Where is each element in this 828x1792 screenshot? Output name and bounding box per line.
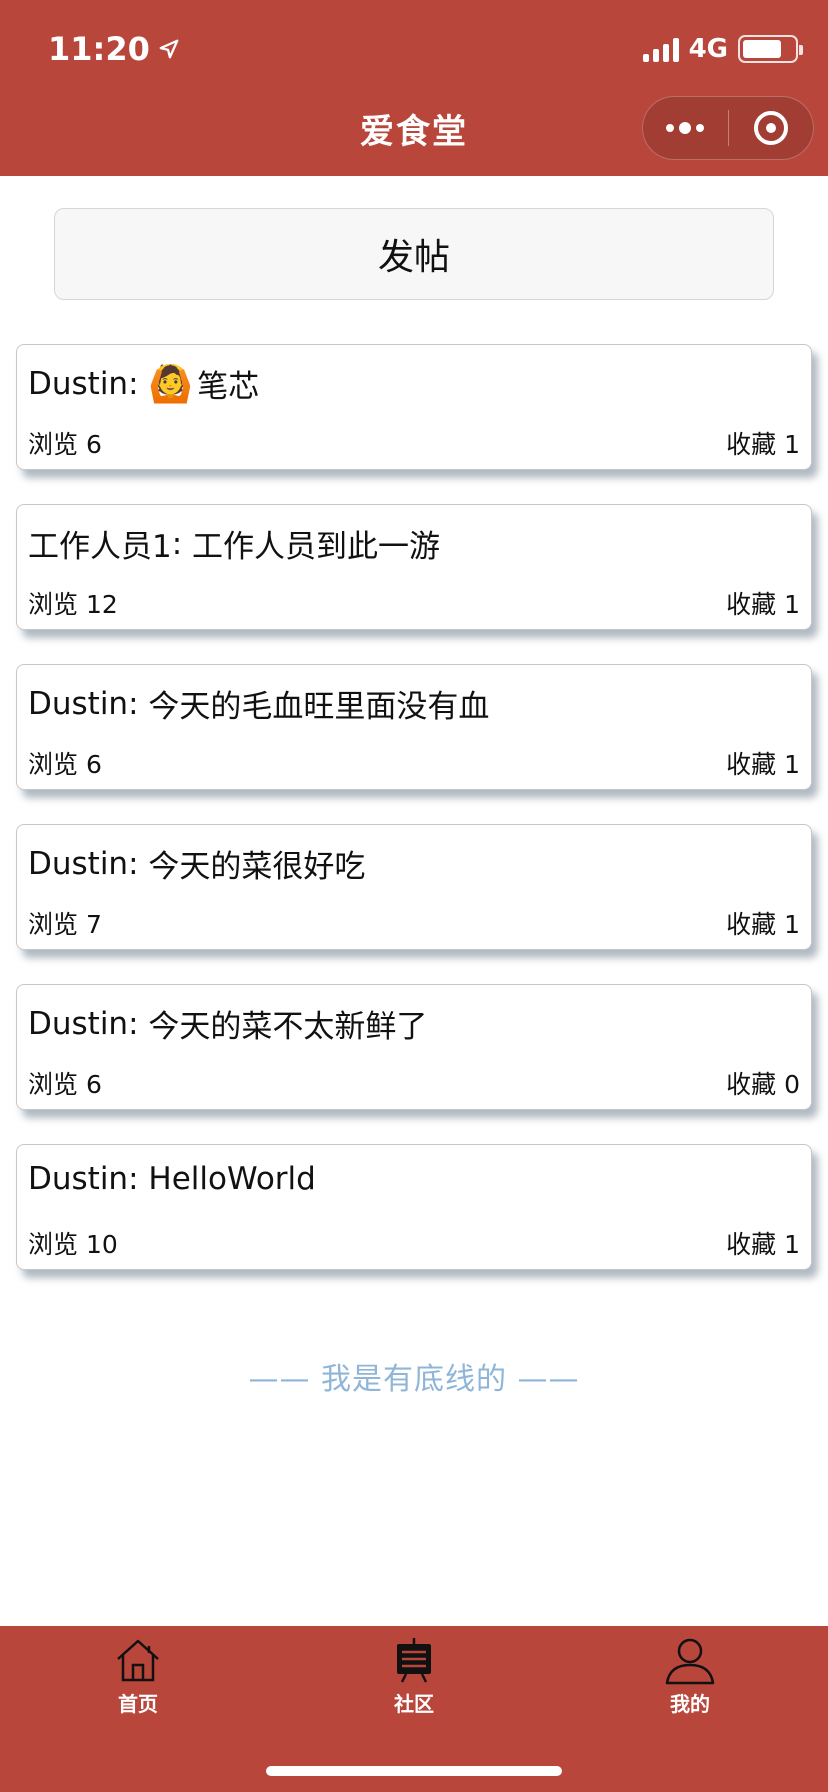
- post-title: 工作人员1: 工作人员到此一游: [28, 521, 440, 566]
- post-author: Dustin: [28, 1005, 129, 1042]
- status-indicators: 4G: [642, 34, 803, 64]
- post-title: Dustin: 🙆 笔芯: [28, 361, 259, 406]
- location-arrow-icon: [159, 39, 179, 59]
- view-count: 浏览 6: [28, 1070, 102, 1099]
- favorite-count: 收藏 1: [726, 590, 800, 619]
- network-type: 4G: [688, 34, 728, 64]
- post-card[interactable]: Dustin: 今天的菜不太新鲜了 浏览 6 收藏 0: [16, 984, 812, 1110]
- post-title: Dustin: 今天的菜很好吃: [28, 841, 365, 886]
- signal-icon: [642, 36, 679, 62]
- post-content: 今天的菜很好吃: [148, 849, 366, 885]
- home-icon: [117, 1639, 159, 1682]
- person-gesture-emoji-icon: 🙆: [148, 363, 194, 405]
- tab-community-label: 社区: [394, 1692, 434, 1716]
- favorite-count: 收藏 0: [726, 1070, 800, 1099]
- tab-profile[interactable]: 我的: [610, 1634, 770, 1717]
- status-time: 11:20: [48, 30, 180, 68]
- view-count: 浏览 12: [28, 590, 118, 619]
- close-target-icon[interactable]: [729, 111, 814, 145]
- tab-community[interactable]: 社区: [334, 1634, 494, 1717]
- more-options-icon[interactable]: [643, 122, 728, 134]
- view-count: 浏览 6: [28, 750, 102, 779]
- top-bar: 11:20 4G 爱食堂: [0, 0, 828, 176]
- post-card[interactable]: Dustin: HelloWorld 浏览 10 收藏 1: [16, 1144, 812, 1270]
- post-title: Dustin: HelloWorld: [28, 1161, 316, 1197]
- favorite-count: 收藏 1: [726, 910, 800, 939]
- post-content: HelloWorld: [148, 1161, 316, 1197]
- favorite-count: 收藏 1: [726, 430, 800, 459]
- post-title: Dustin: 今天的毛血旺里面没有血: [28, 681, 489, 726]
- post-list: Dustin: 🙆 笔芯 浏览 6 收藏 1 工作人员1: 工作人员到此一游 浏…: [16, 344, 812, 1304]
- tab-profile-label: 我的: [670, 1692, 710, 1716]
- view-count: 浏览 10: [28, 1230, 118, 1259]
- home-indicator[interactable]: [266, 1766, 562, 1776]
- post-author: Dustin: [28, 365, 129, 402]
- post-author: Dustin: [28, 845, 129, 882]
- post-card[interactable]: Dustin: 🙆 笔芯 浏览 6 收藏 1: [16, 344, 812, 470]
- community-icon: [397, 1638, 431, 1683]
- post-title: Dustin: 今天的菜不太新鲜了: [28, 1001, 427, 1046]
- post-content: 笔芯: [197, 369, 260, 405]
- favorite-count: 收藏 1: [726, 1230, 800, 1259]
- post-author: 工作人员1: [28, 529, 172, 565]
- profile-icon: [665, 1638, 715, 1685]
- post-content: 工作人员到此一游: [192, 529, 441, 565]
- new-post-button[interactable]: 发帖: [54, 208, 774, 300]
- post-content: 今天的菜不太新鲜了: [148, 1009, 428, 1045]
- tab-home[interactable]: 首页: [58, 1634, 218, 1717]
- view-count: 浏览 7: [28, 910, 102, 939]
- end-of-list-text: —— 我是有底线的 ——: [248, 1362, 580, 1397]
- status-time-text: 11:20: [48, 30, 150, 68]
- favorite-count: 收藏 1: [726, 750, 800, 779]
- view-count: 浏览 6: [28, 430, 102, 459]
- post-author: Dustin: [28, 1161, 129, 1197]
- post-card[interactable]: Dustin: 今天的毛血旺里面没有血 浏览 6 收藏 1: [16, 664, 812, 790]
- post-author: Dustin: [28, 685, 129, 722]
- post-card[interactable]: 工作人员1: 工作人员到此一游 浏览 12 收藏 1: [16, 504, 812, 630]
- miniprogram-capsule: [642, 96, 814, 160]
- post-content: 今天的毛血旺里面没有血: [148, 689, 490, 725]
- battery-icon: [738, 35, 803, 63]
- post-card[interactable]: Dustin: 今天的菜很好吃 浏览 7 收藏 1: [16, 824, 812, 950]
- tab-home-label: 首页: [118, 1692, 158, 1716]
